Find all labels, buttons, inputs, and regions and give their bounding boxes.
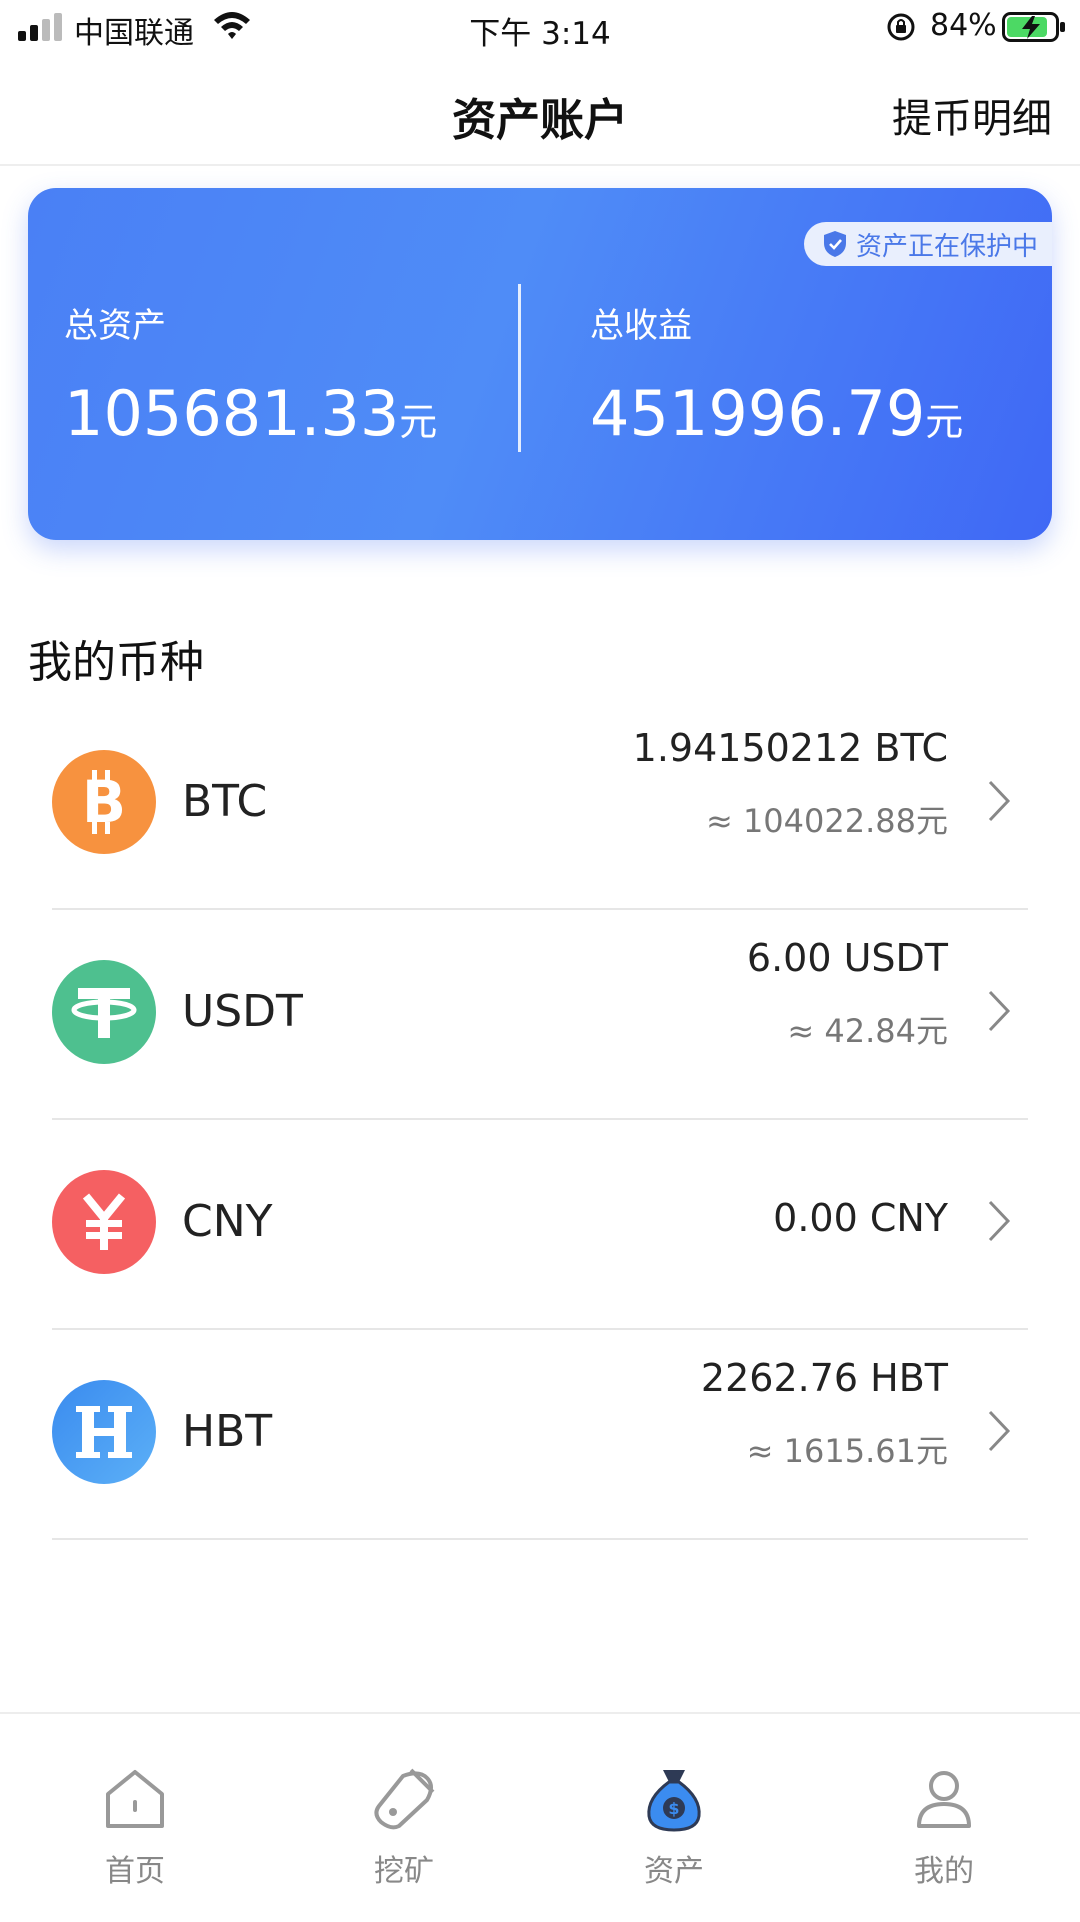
user-icon	[917, 1771, 971, 1828]
total-income-unit: 元	[925, 400, 964, 444]
coin-cny-value: ≈ 42.84元	[787, 1012, 948, 1050]
total-assets-value-wrap: 105681.33元	[64, 377, 437, 450]
protection-text: 资产正在保护中	[855, 231, 1038, 262]
coin-row-btc[interactable]: B BTC 1.94150212 BTC ≈ 104022.88元	[0, 700, 1080, 910]
tab-label: 挖矿	[374, 1854, 434, 1889]
chevron-right-icon	[988, 1410, 1011, 1452]
coin-cny-value: ≈ 104022.88元	[705, 802, 948, 840]
tab-bar: 首页 挖矿 $ 资产 我的	[0, 1712, 1080, 1922]
svg-text:$: $	[668, 1799, 679, 1818]
asset-summary-card: 资产正在保护中 总资产 105681.33元 总收益 451996.79元	[28, 188, 1052, 540]
total-assets-unit: 元	[399, 400, 438, 444]
tab-profile[interactable]: 我的	[874, 1764, 1014, 1890]
shield-check-icon	[823, 231, 846, 257]
coin-name: HBT	[182, 1406, 273, 1457]
total-income-label: 总收益	[590, 306, 692, 346]
nav-bar: 资产账户 提币明细	[0, 56, 1080, 166]
coin-row-usdt[interactable]: USDT 6.00 USDT ≈ 42.84元	[0, 910, 1080, 1120]
coin-amount: 6.00 USDT	[746, 936, 948, 980]
svg-text:B: B	[82, 768, 126, 836]
total-income-value-wrap: 451996.79元	[590, 377, 963, 450]
coin-amount: 2262.76 HBT	[700, 1356, 948, 1400]
tab-label: 资产	[644, 1854, 704, 1889]
hbt-icon	[52, 1380, 156, 1484]
chevron-right-icon	[988, 990, 1011, 1032]
chevron-right-icon	[988, 780, 1011, 822]
divider	[52, 1538, 1028, 1540]
clock: 下午 3:14	[469, 16, 611, 52]
coin-row-hbt[interactable]: HBT 2262.76 HBT ≈ 1615.61元	[0, 1330, 1080, 1540]
coin-row-cny[interactable]: CNY 0.00 CNY	[0, 1120, 1080, 1330]
coin-amount: 1.94150212 BTC	[632, 726, 948, 770]
total-assets-label: 总资产	[64, 306, 166, 346]
tab-label: 首页	[105, 1854, 165, 1889]
coin-list: B BTC 1.94150212 BTC ≈ 104022.88元 USDT 6…	[0, 700, 1080, 1540]
status-bar: 中国联通 下午 3:14 84%	[0, 0, 1080, 56]
battery-charging-icon	[1002, 12, 1065, 42]
coin-amount: 0.00 CNY	[773, 1196, 948, 1240]
total-income-value: 451996.79	[590, 377, 926, 450]
coin-name: USDT	[182, 986, 303, 1037]
section-title: 我的币种	[28, 637, 204, 688]
home-icon	[106, 1770, 164, 1828]
yuan-icon	[52, 1170, 156, 1274]
coin-name: CNY	[182, 1196, 273, 1247]
chevron-right-icon	[988, 1200, 1011, 1242]
tab-label: 我的	[914, 1854, 974, 1889]
total-assets-value: 105681.33	[64, 377, 400, 450]
withdraw-details-button[interactable]: 提币明细	[892, 86, 1052, 144]
total-assets: 总资产 105681.33元	[64, 298, 437, 450]
battery-percent: 84%	[930, 8, 997, 43]
bitcoin-icon: B	[52, 750, 156, 854]
protection-badge: 资产正在保护中	[803, 222, 1052, 266]
money-bag-icon: $	[647, 1770, 701, 1832]
total-income: 总收益 451996.79元	[590, 298, 963, 450]
rotation-lock-icon	[887, 13, 915, 41]
tab-mining[interactable]: 挖矿	[334, 1764, 474, 1890]
coin-name: BTC	[182, 776, 268, 827]
tether-icon	[52, 960, 156, 1064]
card-divider	[518, 284, 521, 452]
coin-cny-value: ≈ 1615.61元	[746, 1432, 948, 1470]
tab-home[interactable]: 首页	[65, 1764, 205, 1890]
mining-icon	[374, 1768, 435, 1830]
tab-assets[interactable]: $ 资产	[604, 1764, 744, 1890]
